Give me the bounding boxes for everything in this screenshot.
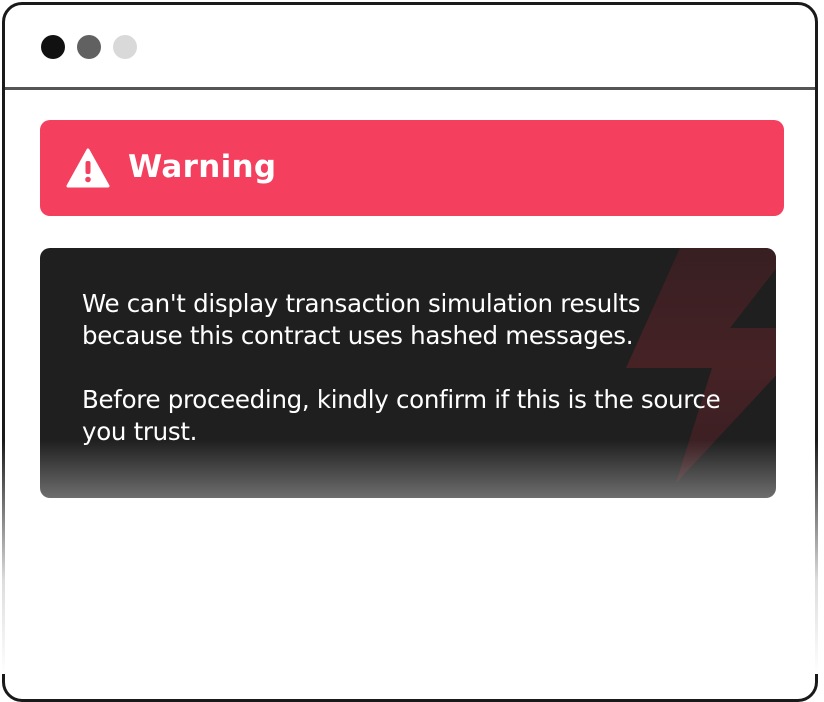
close-window-dot[interactable] <box>41 35 65 59</box>
maximize-window-dot[interactable] <box>113 35 137 59</box>
warning-title: Warning <box>128 149 277 185</box>
warning-triangle-icon <box>66 148 110 188</box>
window-titlebar <box>5 5 815 90</box>
message-text: We can't display transaction simulation … <box>82 288 722 480</box>
warning-banner: Warning <box>40 120 784 216</box>
message-card: We can't display transaction simulation … <box>40 248 776 498</box>
minimize-window-dot[interactable] <box>77 35 101 59</box>
message-paragraph: Before proceeding, kindly confirm if thi… <box>82 385 721 446</box>
message-paragraph: We can't display transaction simulation … <box>82 289 641 350</box>
